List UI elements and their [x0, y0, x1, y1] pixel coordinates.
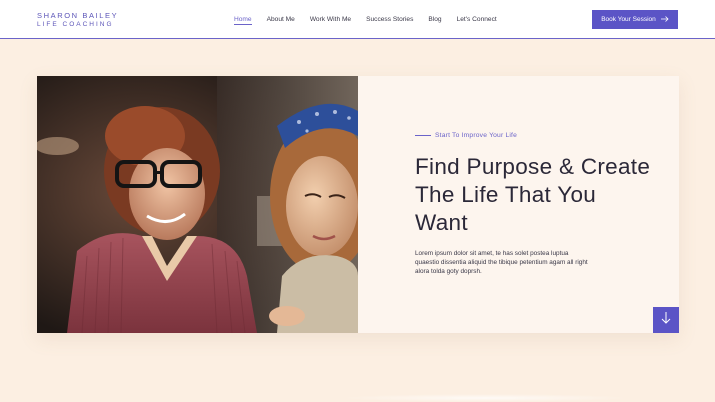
arrow-right-icon	[660, 15, 669, 24]
brand-subtitle: LIFE COACHING	[37, 20, 114, 28]
hero-eyebrow: Start To Improve Your Life	[415, 132, 517, 139]
book-session-label: Book Your Session	[601, 16, 656, 23]
main-nav: Home About Me Work With Me Success Stori…	[234, 15, 512, 25]
brand-logo[interactable]: SHARON BAILEY LIFE COACHING	[37, 12, 118, 28]
site-header: SHARON BAILEY LIFE COACHING Home About M…	[0, 0, 715, 39]
nav-item-success-stories[interactable]: Success Stories	[366, 15, 413, 25]
section-divider-glow	[340, 394, 630, 402]
hero-description: Lorem ipsum dolor sit amet, te has solet…	[415, 250, 588, 276]
brand-name: SHARON BAILEY	[37, 11, 119, 20]
hero-eyebrow-text: Start To Improve Your Life	[435, 132, 518, 139]
hero-section: Start To Improve Your Life Find Purpose …	[37, 76, 679, 333]
nav-item-about[interactable]: About Me	[267, 15, 295, 25]
nav-item-work-with-me[interactable]: Work With Me	[310, 15, 351, 25]
nav-item-blog[interactable]: Blog	[428, 15, 441, 25]
hero-title: Find Purpose & Create The Life That You …	[415, 154, 651, 235]
eyebrow-divider	[415, 135, 431, 136]
arrow-down-icon	[661, 311, 671, 329]
nav-item-home[interactable]: Home	[234, 15, 252, 25]
nav-item-connect[interactable]: Let's Connect	[457, 15, 497, 25]
book-session-button[interactable]: Book Your Session	[592, 10, 678, 29]
two-women-smiling-photo	[37, 76, 358, 333]
scroll-down-button[interactable]	[653, 307, 679, 333]
